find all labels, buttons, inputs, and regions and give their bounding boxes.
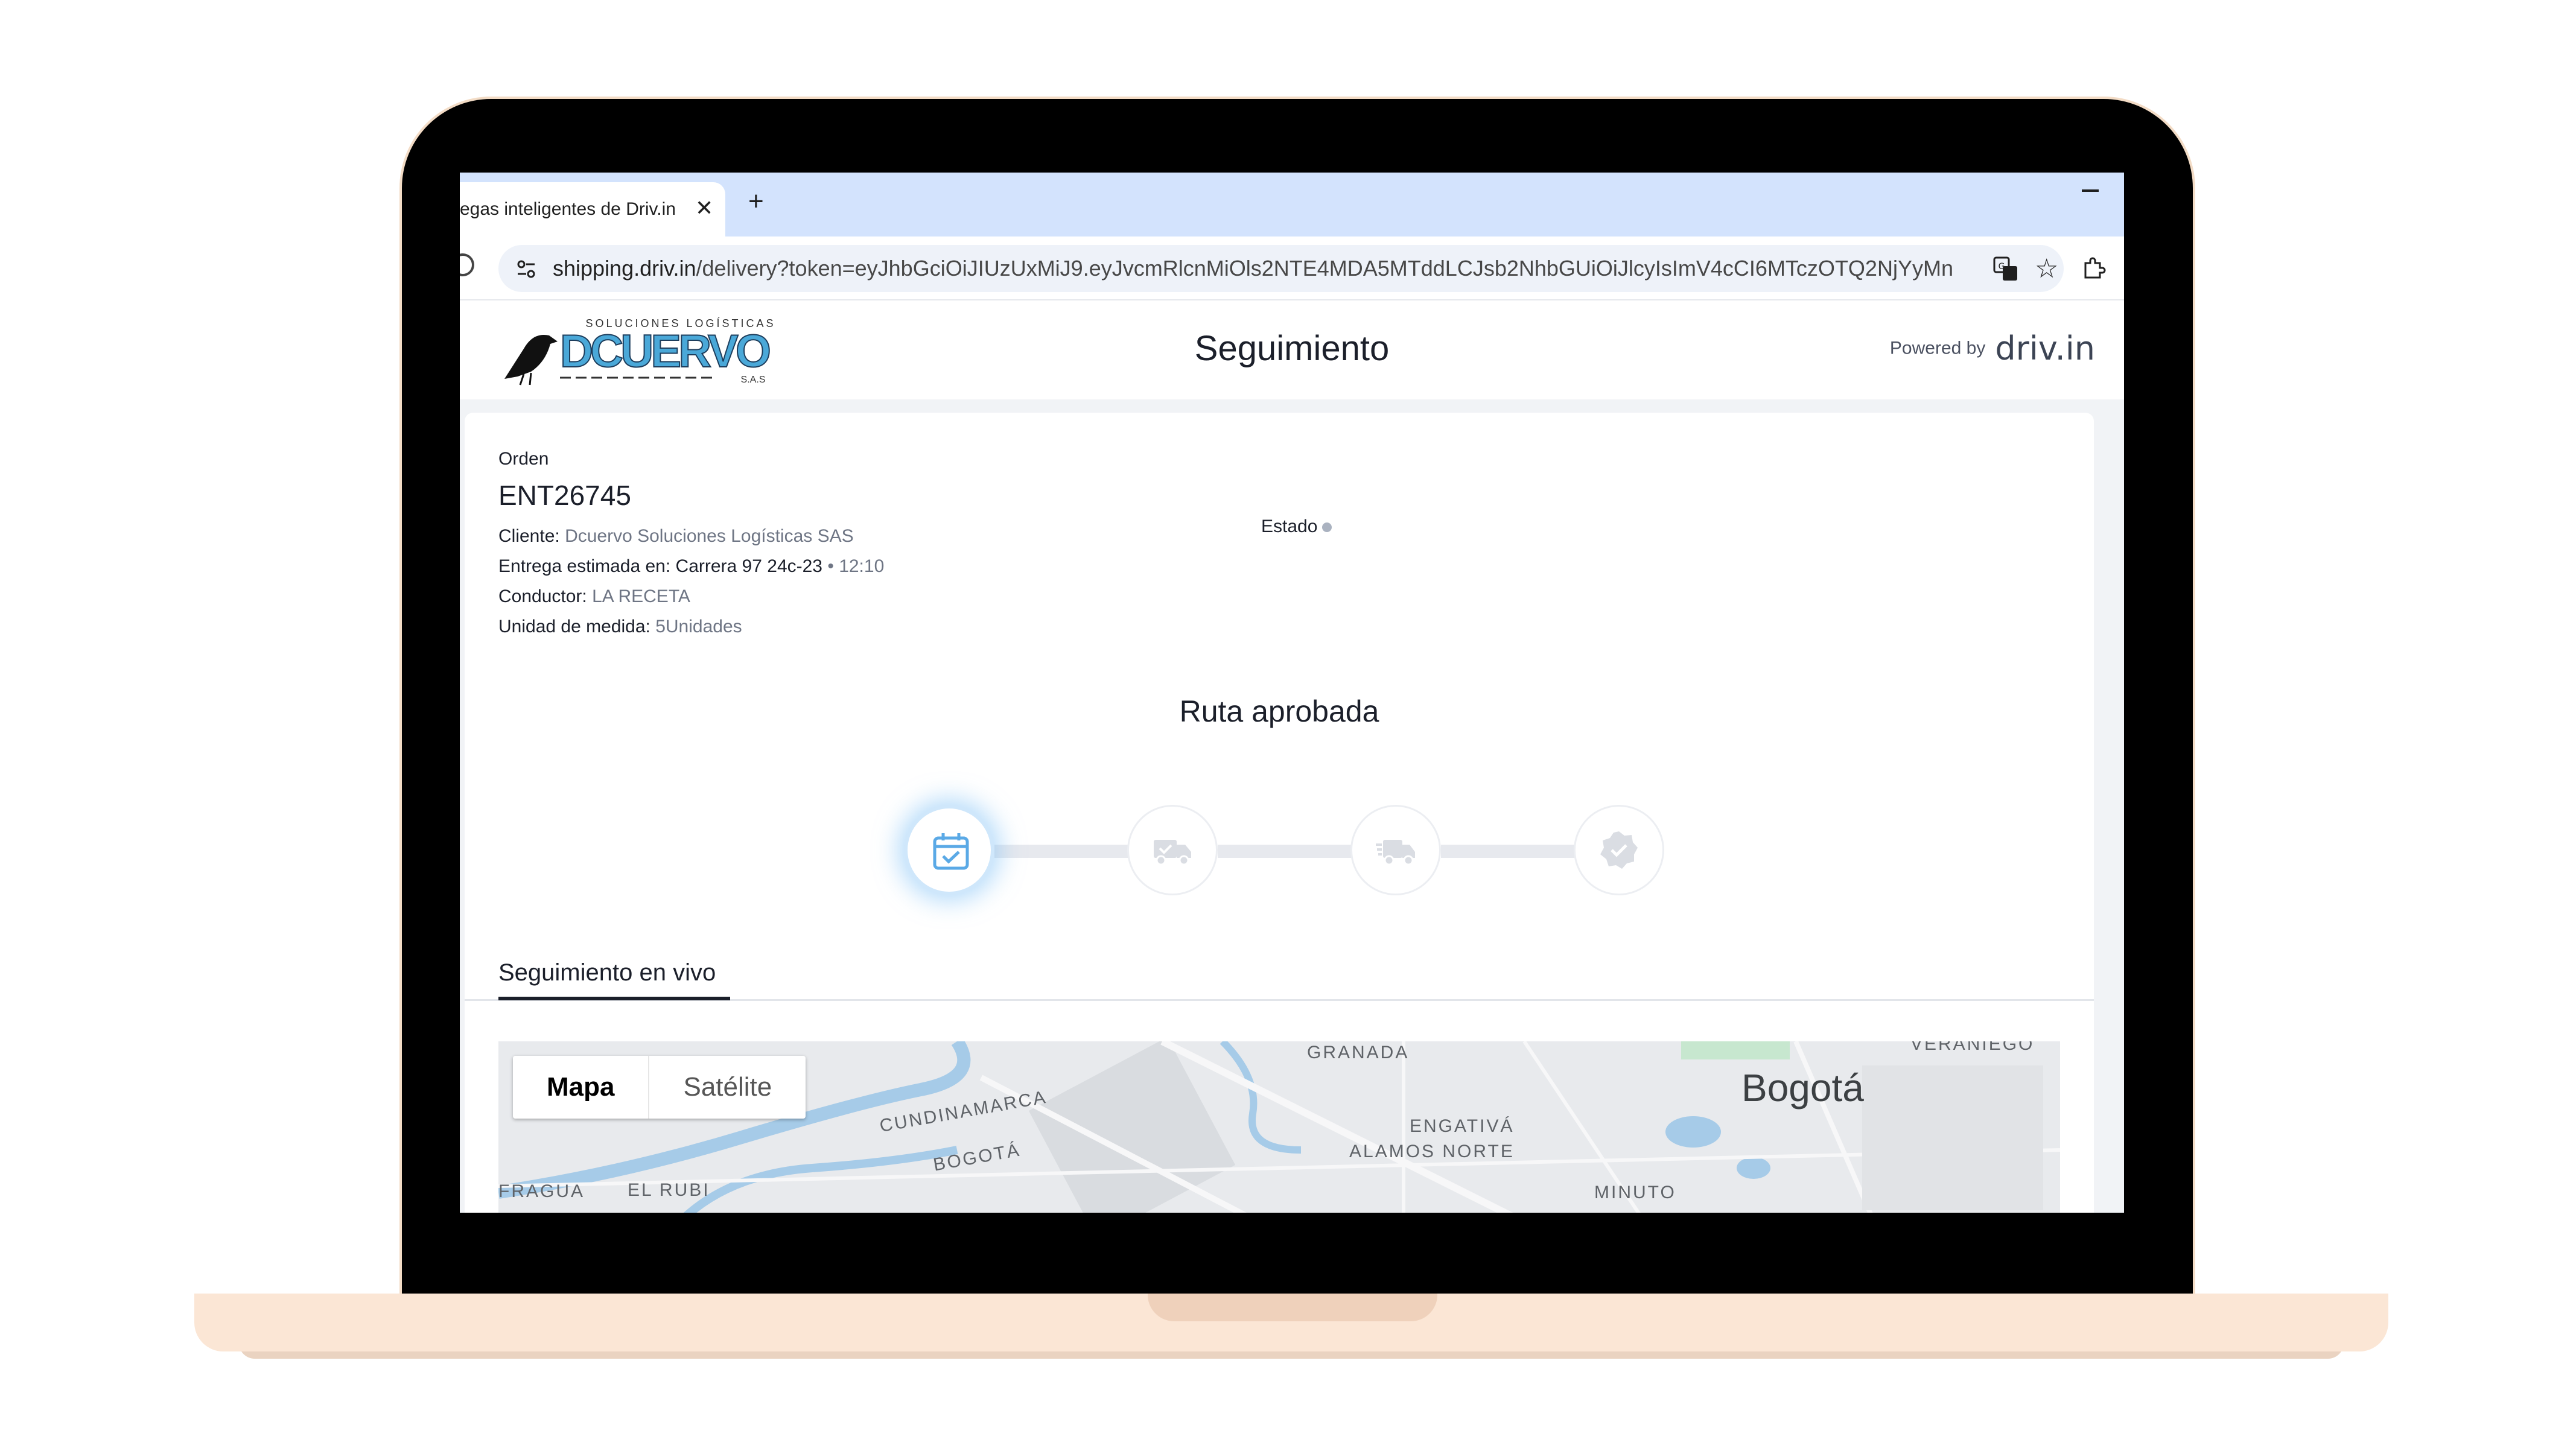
driver-value: LA RECETA [592,586,690,606]
route-status: Ruta aprobada [1179,694,1379,728]
url-path: /delivery?token=eyJhbGciOiJIUzUxMiJ9.eyJ… [696,256,1953,281]
browser-tab[interactable]: egas inteligentes de Driv.in ✕ [460,182,725,237]
delivery-label: Entrega estimada en: [498,556,671,576]
svg-text:G: G [1999,262,2005,272]
client-row: Cliente: Dcuervo Soluciones Logísticas S… [498,526,854,547]
tab-live-tracking[interactable]: Seguimiento en vivo [498,959,716,986]
calendar-check-icon [933,833,969,870]
map-label-el-rubi: EL RUBI [628,1180,710,1200]
logo-sas: S.A.S [741,375,766,385]
map-label-veraniego: VERANIEGO [1910,1041,2035,1054]
url-text[interactable]: shipping.driv.in/delivery?token=eyJhbGci… [553,256,1953,281]
map-type-control: Mapa Satélite [513,1056,806,1119]
truck-moving-icon [1376,840,1415,866]
browser-toolbar: shipping.driv.in/delivery?token=eyJhbGci… [460,237,2124,299]
step-in-transit [1350,805,1441,895]
unit-value: 5Unidades [655,617,742,637]
translate-icon[interactable]: G [1992,256,2019,282]
close-tab-icon[interactable]: ✕ [695,195,713,221]
client-label: Cliente: [498,526,560,546]
unit-row: Unidad de medida: 5Unidades [498,617,742,637]
tab-title: egas inteligentes de Driv.in [460,199,676,219]
drivin-logo: driv.in [1995,329,2095,367]
browser-window: egas inteligentes de Driv.in ✕ + shippin… [460,173,2124,1213]
page-title: Seguimiento [1194,329,1390,368]
step-connector [994,845,1139,858]
address-bar[interactable]: shipping.driv.in/delivery?token=eyJhbGci… [498,245,2064,292]
step-delivered [1574,805,1664,895]
map-view-button[interactable]: Mapa [513,1056,650,1119]
order-number: ENT26745 [498,480,631,511]
site-settings-icon[interactable] [514,257,538,281]
status-label: Estado [1261,516,1318,536]
delivery-row: Entrega estimada en: Carrera 97 24c-23 •… [498,556,884,577]
laptop-notch [1148,1294,1437,1321]
live-map[interactable]: Mapa Satélite GRANADA CUNDINAMARCA BOGOT… [498,1041,2060,1213]
delivery-time: 12:10 [839,556,885,576]
reload-icon[interactable] [460,253,474,276]
map-label-engativa: ENGATIVÁ [1410,1116,1515,1136]
satellite-view-button[interactable]: Satélite [649,1056,806,1119]
map-label-alamos-norte: ALAMOS NORTE [1349,1142,1515,1161]
step-route-approved [904,805,994,895]
status-dot [1322,522,1332,533]
powered-by[interactable]: Powered by driv.in [1890,329,2095,367]
map-city-bogota: Bogotá [1741,1066,1864,1110]
powered-by-label: Powered by [1889,338,1986,358]
extensions-icon[interactable] [2081,255,2107,281]
minimize-button[interactable] [2082,189,2099,192]
tab-bar: egas inteligentes de Driv.in ✕ + [460,173,2124,237]
map-label-fragua: FRAGUA [498,1181,585,1201]
map-label-minuto: MINUTO [1594,1183,1676,1202]
page-header: SOLUCIONES LOGÍSTICAS DCUERVO S.A.S Segu… [460,299,2124,399]
client-value: Dcuervo Soluciones Logísticas SAS [565,526,854,546]
unit-label: Unidad de medida: [498,617,650,637]
status-field: Estado [1261,516,1332,537]
step-connector [1441,845,1586,858]
map-label-granada: GRANADA [1307,1043,1410,1062]
delivery-address: Carrera 97 24c-23 [675,556,822,576]
step-dispatched [1127,805,1218,895]
verified-badge-icon [1600,831,1638,869]
driver-row: Conductor: LA RECETA [498,586,690,607]
new-tab-button[interactable]: + [748,188,764,215]
truck-check-icon [1154,840,1191,866]
bookmark-star-icon[interactable]: ☆ [2035,253,2058,284]
active-tab-indicator [498,997,730,1000]
step-connector [1218,845,1363,858]
order-label: Orden [498,449,549,469]
url-host: shipping.driv.in [553,256,696,281]
page-body: SOLUCIONES LOGÍSTICAS DCUERVO S.A.S Segu… [460,299,2124,1213]
delivery-separator: • [822,556,839,576]
order-card: Orden ENT26745 Cliente: Dcuervo Solucion… [465,413,2094,1213]
driver-label: Conductor: [498,586,587,606]
